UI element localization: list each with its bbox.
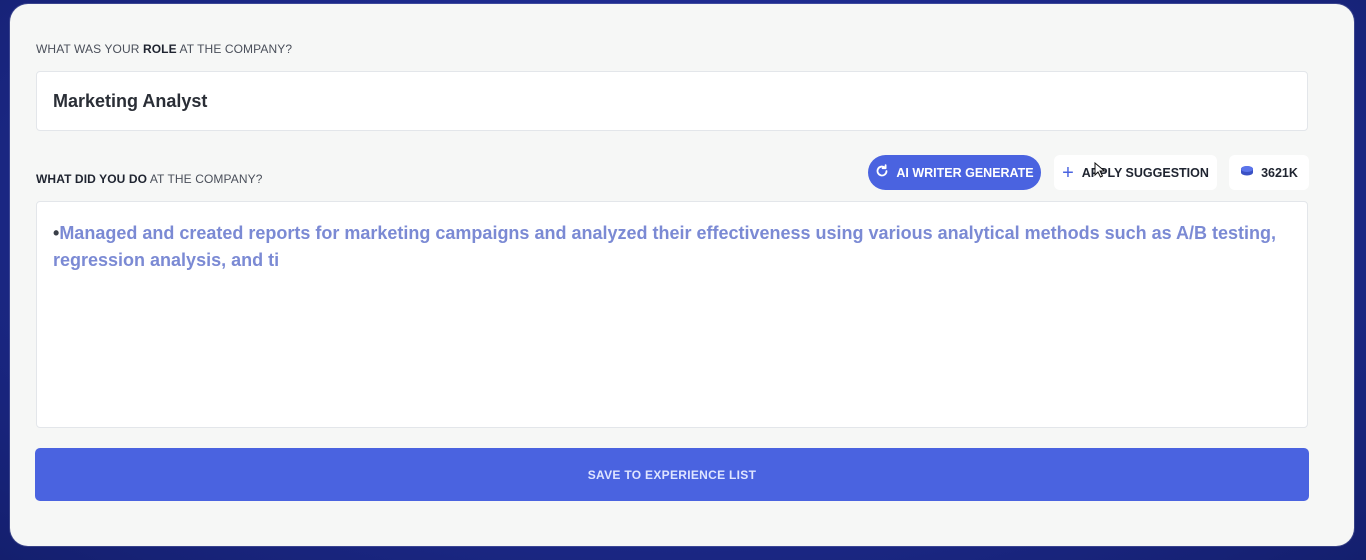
- experience-form-card: WHAT WAS YOUR ROLE AT THE COMPANY? Marke…: [10, 4, 1354, 546]
- refresh-icon: [875, 164, 889, 181]
- role-label: WHAT WAS YOUR ROLE AT THE COMPANY?: [36, 42, 292, 56]
- description-suggestion-text: Managed and created reports for marketin…: [53, 223, 1276, 270]
- role-input[interactable]: Marketing Analyst: [36, 71, 1308, 131]
- ai-writer-generate-button[interactable]: AI WRITER GENERATE: [868, 155, 1041, 190]
- save-to-experience-list-button[interactable]: SAVE TO EXPERIENCE LIST: [35, 448, 1309, 501]
- apply-suggestion-button[interactable]: + APPLY SUGGESTION: [1054, 155, 1217, 190]
- mouse-cursor-icon: [1094, 161, 1106, 178]
- role-label-suffix: AT THE COMPANY?: [176, 42, 293, 56]
- role-input-value: Marketing Analyst: [53, 90, 208, 111]
- credits-badge: 3621K: [1229, 155, 1309, 190]
- save-button-label: SAVE TO EXPERIENCE LIST: [587, 467, 757, 482]
- ai-writer-generate-label: AI WRITER GENERATE: [896, 165, 1034, 180]
- did-label-bold: WHAT DID YOU DO: [36, 172, 148, 186]
- plus-icon: +: [1062, 161, 1074, 184]
- description-textarea[interactable]: •Managed and created reports for marketi…: [36, 201, 1308, 428]
- did-label: WHAT DID YOU DO AT THE COMPANY?: [36, 172, 262, 186]
- coin-stack-icon: [1240, 165, 1254, 180]
- credits-value: 3621K: [1261, 165, 1298, 180]
- role-label-prefix: WHAT WAS YOUR: [36, 42, 143, 56]
- role-label-bold: ROLE: [142, 42, 177, 56]
- did-label-suffix: AT THE COMPANY?: [147, 172, 263, 186]
